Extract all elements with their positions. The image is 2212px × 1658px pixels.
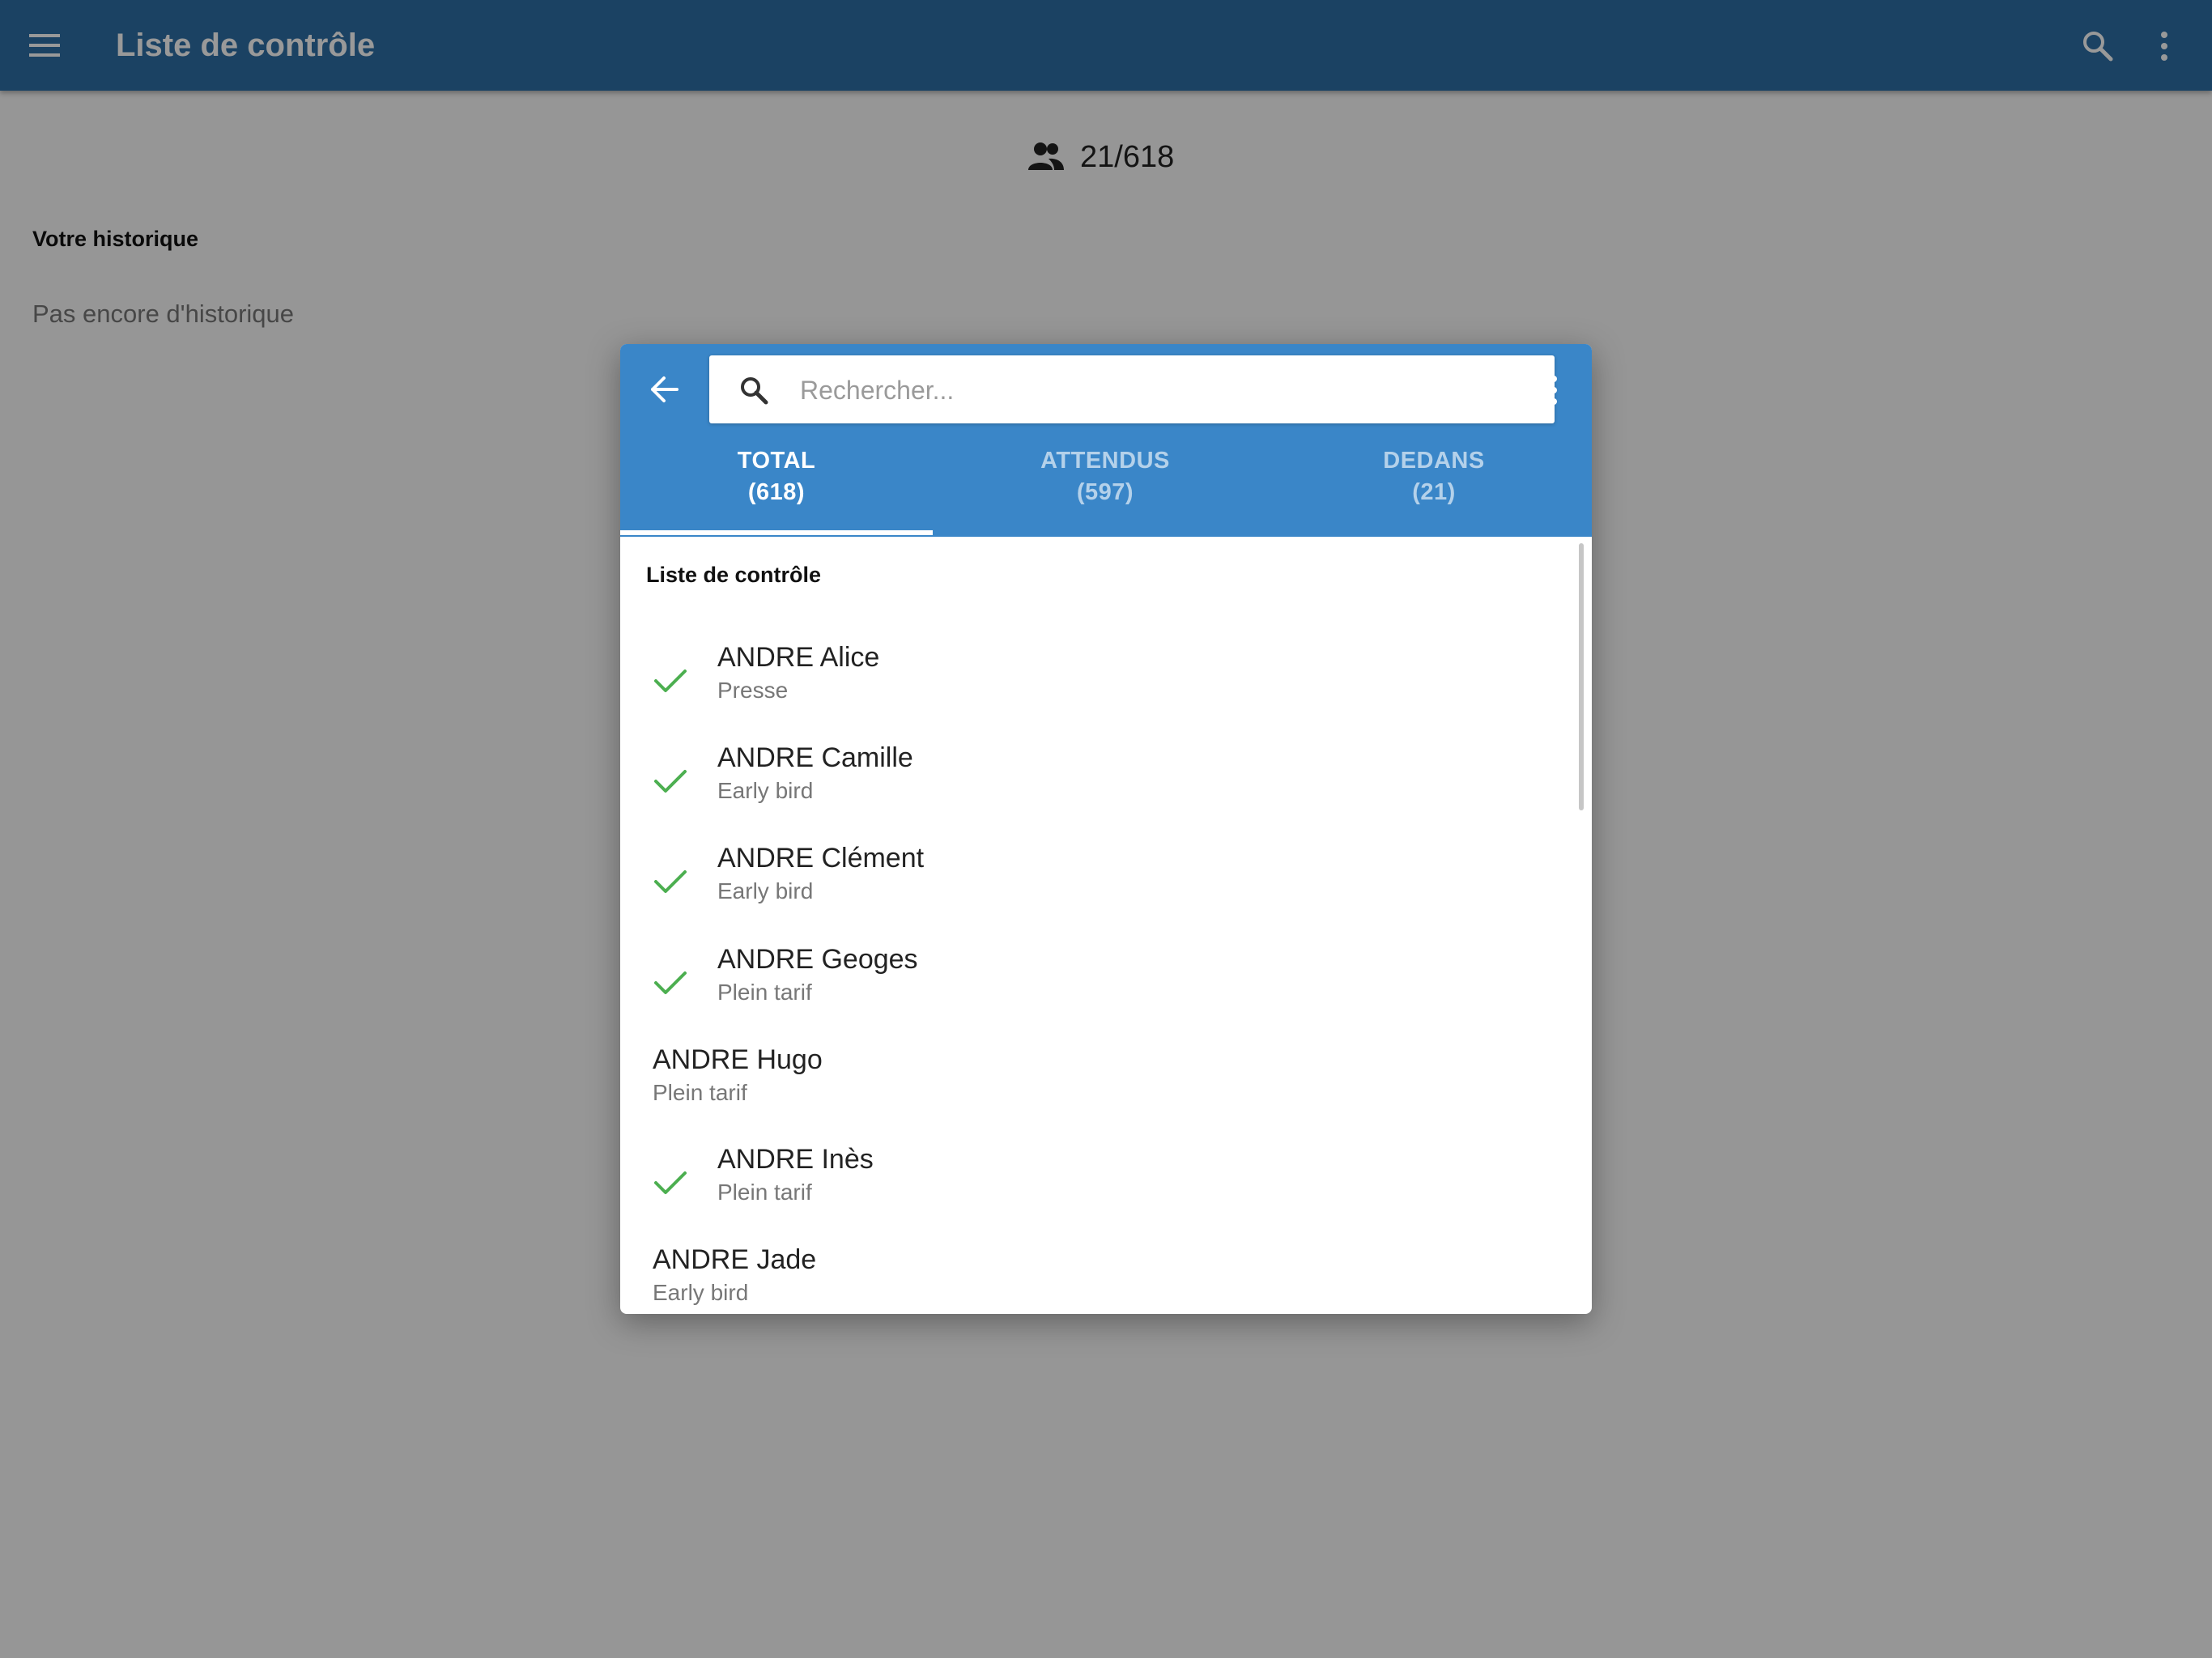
tab-label: TOTAL (737, 448, 816, 474)
attendee-category: Early bird (653, 1280, 749, 1305)
list-item[interactable]: ANDRE Hugo Plein tarif (620, 1035, 1576, 1132)
tab-label: ATTENDUS (1040, 448, 1170, 474)
list-item[interactable]: ANDRE Jade Early bird (620, 1235, 1576, 1314)
check-icon (654, 670, 687, 692)
list-item[interactable]: ANDRE Clément Early bird (620, 833, 1576, 930)
tab-attendus[interactable]: ATTENDUS (597) (943, 432, 1267, 537)
list-item[interactable]: ANDRE Geoges Plein tarif (620, 934, 1576, 1031)
tab-label: DEDANS (1383, 448, 1485, 474)
attendee-name: ANDRE Clément (717, 843, 925, 874)
search-icon (741, 377, 768, 405)
check-icon (654, 770, 687, 793)
search-input[interactable] (798, 365, 1530, 415)
attendee-name: ANDRE Alice (717, 642, 880, 673)
list-item[interactable]: ANDRE Inès Plein tarif (620, 1134, 1576, 1231)
search-box (709, 355, 1555, 423)
check-icon (654, 870, 687, 893)
attendee-category: Presse (717, 678, 789, 703)
list-item[interactable]: ANDRE Alice Presse (620, 632, 1576, 729)
checklist-dialog: TOTAL (618) ATTENDUS (597) DEDANS (21) L… (620, 344, 1592, 1314)
attendee-name: ANDRE Jade (653, 1244, 817, 1275)
attendee-category: Plein tarif (653, 1080, 747, 1105)
tab-count: (597) (1076, 479, 1134, 505)
attendee-category: Early bird (717, 778, 814, 803)
check-icon (654, 1171, 687, 1194)
attendee-category: Plein tarif (717, 980, 812, 1005)
attendee-category: Plein tarif (717, 1180, 812, 1205)
list-item[interactable]: ANDRE Camille Early bird (620, 733, 1576, 830)
attendee-name: ANDRE Camille (717, 742, 913, 773)
dialog-header: TOTAL (618) ATTENDUS (597) DEDANS (21) (620, 344, 1592, 537)
check-icon (654, 971, 687, 994)
list-title: Liste de contrôle (646, 563, 822, 587)
tab-total[interactable]: TOTAL (618) (620, 432, 938, 537)
tab-dedans[interactable]: DEDANS (21) (1272, 432, 1592, 537)
scrollbar[interactable] (1579, 543, 1584, 810)
attendee-name: ANDRE Geoges (717, 944, 918, 975)
attendee-category: Early bird (717, 878, 814, 903)
attendee-name: ANDRE Hugo (653, 1044, 823, 1075)
active-tab-indicator (620, 530, 933, 535)
arrow-back-icon[interactable] (648, 373, 680, 406)
checklist-list[interactable]: Liste de contrôle ANDRE Alice Presse AND… (620, 537, 1592, 1314)
tab-count: (21) (1412, 479, 1456, 505)
tab-count: (618) (747, 479, 806, 505)
more-vert-icon[interactable] (1548, 375, 1559, 406)
attendee-name: ANDRE Inès (717, 1144, 874, 1175)
